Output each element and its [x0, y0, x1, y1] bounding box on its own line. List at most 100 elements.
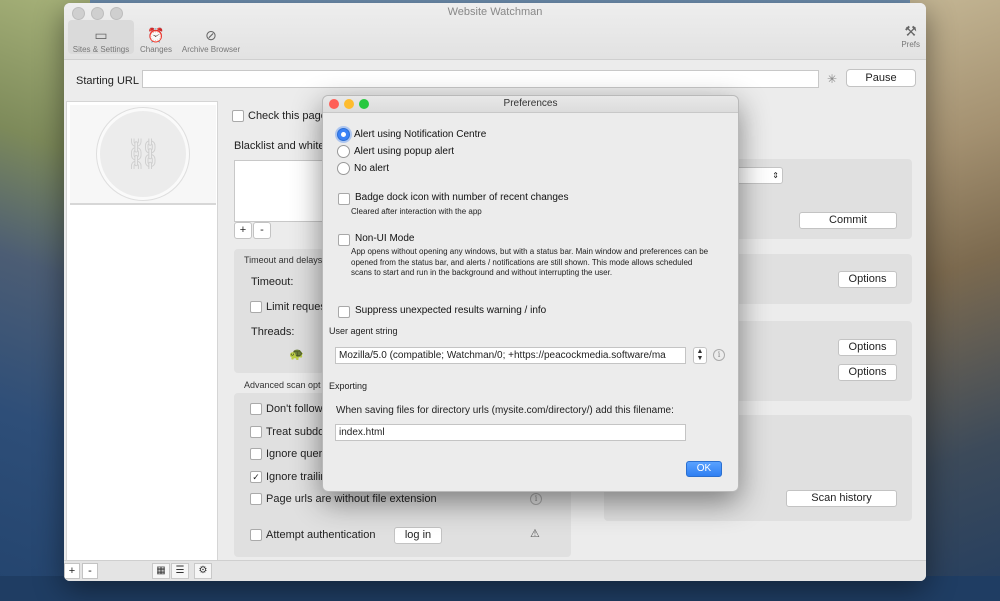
exporting-section-label: Exporting [329, 381, 368, 391]
options-button-1[interactable]: Options [838, 271, 897, 288]
check-page-checkbox[interactable] [232, 110, 244, 123]
tab-sites-settings-label: Sites & Settings [72, 45, 130, 54]
radio-selected-icon [337, 128, 350, 141]
warning-icon: ⚠ [530, 528, 540, 540]
starting-url-input[interactable] [142, 70, 819, 88]
pause-button[interactable]: Pause [846, 69, 916, 87]
starting-url-label: Starting URL [76, 75, 139, 87]
tab-changes[interactable]: ⏰ Changes [138, 20, 174, 54]
badge-dock-note: Cleared after interaction with the app [351, 207, 482, 216]
preferences-dialog: Preferences Alert using Notification Cen… [322, 95, 739, 492]
options-button-2[interactable]: Options [838, 339, 897, 356]
ignore-trailing-row[interactable]: ✓ Ignore trailin [250, 471, 327, 484]
export-note: When saving files for directory urls (my… [336, 405, 674, 416]
radio-unselected-icon [337, 162, 350, 175]
gear-icon[interactable]: ⚙ [194, 563, 212, 579]
commit-button[interactable]: Commit [799, 212, 897, 229]
tab-archive-browser[interactable]: ⊘ Archive Browser [178, 20, 244, 54]
attempt-auth-checkbox[interactable] [250, 529, 262, 542]
tab-changes-label: Changes [139, 45, 173, 54]
nonui-checkbox-row[interactable]: Non-UI Mode [338, 233, 414, 246]
turtle-icon: 🐢 [289, 347, 304, 361]
dont-follow-row[interactable]: Don't follow [250, 403, 323, 416]
ignore-query-checkbox[interactable] [250, 448, 262, 461]
user-agent-section-label: User agent string [329, 326, 398, 336]
limit-requests-row[interactable]: Limit reques [250, 301, 326, 314]
check-page-row[interactable]: Check this page [232, 110, 327, 123]
check-page-label: Check this page [248, 110, 327, 122]
limit-requests-checkbox[interactable] [250, 301, 262, 314]
attempt-auth-row[interactable]: Attempt authentication [250, 529, 376, 542]
info-icon[interactable]: i [530, 493, 542, 505]
no-alert-label: No alert [354, 163, 390, 174]
sites-sidebar: ⛓ [66, 101, 218, 561]
scan-history-button[interactable]: Scan history [786, 490, 897, 507]
toolbar: ▭ Sites & Settings ⏰ Changes ⊘ Archive B… [68, 20, 244, 54]
attempt-auth-label: Attempt authentication [266, 529, 376, 541]
ignore-query-row[interactable]: Ignore query [250, 448, 328, 461]
blacklist-list[interactable] [234, 160, 326, 222]
page-urls-label: Page urls are without file extension [266, 493, 437, 505]
user-agent-input[interactable]: Mozilla/5.0 (compatible; Watchman/0; +ht… [335, 347, 686, 364]
ignore-trailing-checkbox[interactable]: ✓ [250, 471, 262, 484]
link-icon: ⛓ [97, 108, 189, 200]
add-site-button[interactable]: + [64, 563, 80, 579]
ignore-query-label: Ignore query [266, 448, 328, 460]
alarm-clock-icon: ⏰ [147, 27, 165, 43]
page-urls-row[interactable]: Page urls are without file extension [250, 493, 437, 506]
bottom-bar: + - ▦ ☰ ⚙ [64, 560, 926, 581]
tab-sites-settings[interactable]: ▭ Sites & Settings [68, 20, 134, 54]
preferences-titlebar: Preferences [323, 96, 738, 113]
nonui-checkbox[interactable] [338, 234, 350, 246]
treat-subdomains-checkbox[interactable] [250, 426, 262, 439]
suppress-checkbox-row[interactable]: Suppress unexpected results warning / in… [338, 305, 546, 318]
badge-dock-checkbox[interactable] [338, 193, 350, 205]
site-thumbnail[interactable]: ⛓ [70, 105, 216, 205]
alert-notification-label: Alert using Notification Centre [354, 129, 487, 140]
list-view-icon[interactable]: ☰ [171, 563, 189, 579]
preferences-close-button[interactable] [329, 99, 339, 109]
blacklist-remove-button[interactable]: - [253, 222, 271, 239]
grid-view-icon[interactable]: ▦ [152, 563, 170, 579]
window-title: Website Watchman [447, 6, 543, 18]
preferences-zoom-button[interactable] [359, 99, 369, 109]
prefs-toolbar-button[interactable]: ⚒ Prefs [901, 23, 920, 49]
login-button[interactable]: log in [394, 527, 442, 544]
prefs-label: Prefs [901, 40, 920, 49]
alert-popup-radio[interactable]: Alert using popup alert [337, 145, 454, 158]
suppress-checkbox[interactable] [338, 306, 350, 318]
dont-follow-label: Don't follow [266, 403, 323, 415]
treat-subdomains-row[interactable]: Treat subdor [250, 426, 328, 439]
nonui-note: App opens without opening any windows, b… [351, 247, 709, 277]
no-alert-radio[interactable]: No alert [337, 162, 389, 175]
ok-button[interactable]: OK [686, 461, 722, 477]
limit-requests-label: Limit reques [266, 301, 326, 313]
tab-archive-browser-label: Archive Browser [181, 45, 241, 54]
suppress-label: Suppress unexpected results warning / in… [355, 305, 547, 316]
blacklist-add-button[interactable]: + [234, 222, 252, 239]
page-urls-checkbox[interactable] [250, 493, 262, 506]
preferences-minimize-button[interactable] [344, 99, 354, 109]
alert-notification-radio[interactable]: Alert using Notification Centre [337, 128, 486, 141]
dont-follow-checkbox[interactable] [250, 403, 262, 416]
right-select[interactable]: ⇕ [736, 167, 783, 184]
preferences-window-controls [329, 99, 369, 109]
blacklist-label: Blacklist and white [234, 140, 325, 152]
user-agent-stepper[interactable]: ▲ ▼ [693, 347, 707, 364]
compass-icon: ⊘ [205, 27, 217, 43]
timeout-section-label: Timeout and delays [244, 255, 323, 265]
options-button-3[interactable]: Options [838, 364, 897, 381]
badge-dock-label: Badge dock icon with number of recent ch… [355, 192, 569, 203]
remove-site-button[interactable]: - [82, 563, 98, 579]
ignore-trailing-label: Ignore trailin [266, 471, 327, 483]
advanced-section-label: Advanced scan opt [244, 380, 321, 390]
user-agent-info-icon[interactable]: i [713, 349, 725, 361]
badge-dock-checkbox-row[interactable]: Badge dock icon with number of recent ch… [338, 192, 568, 205]
radio-unselected-icon [337, 145, 350, 158]
preferences-title: Preferences [503, 98, 558, 109]
spinner-icon: ✳ [827, 72, 838, 86]
timeout-label: Timeout: [251, 276, 294, 288]
url-bar: Starting URL ✳ Pause [64, 67, 926, 95]
export-filename-input[interactable]: index.html [335, 424, 686, 441]
nonui-label: Non-UI Mode [355, 233, 415, 244]
